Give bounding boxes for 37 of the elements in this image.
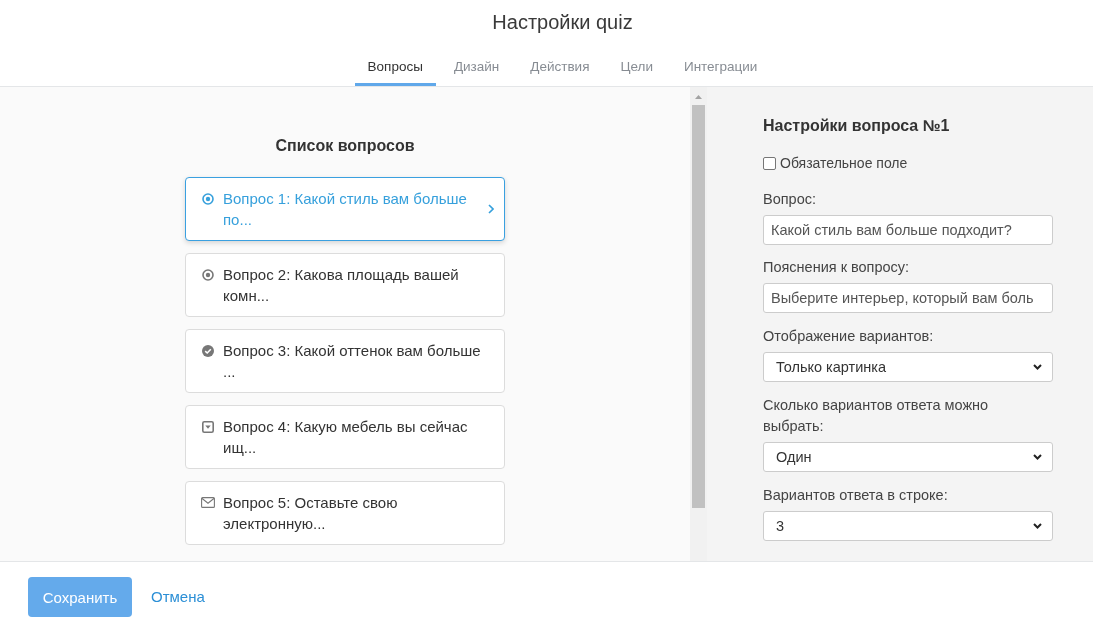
- radio-icon: [202, 193, 214, 205]
- cancel-link[interactable]: Отмена: [151, 587, 205, 607]
- question-label: Вопрос 4: Какую мебель вы сейчас ищ...: [223, 417, 469, 458]
- question-label: Вопрос 5: Оставьте свою электронную...: [223, 493, 399, 534]
- checkbox-label: Обязательное поле: [780, 154, 908, 173]
- chevron-down-icon: [1033, 454, 1042, 460]
- page-title: Настройки quiz: [492, 10, 633, 35]
- settings-heading: Настройки вопроса №1: [763, 116, 951, 136]
- chevron-down-icon: [1033, 523, 1042, 529]
- dropdown[interactable]: Только картинка: [763, 352, 1053, 382]
- check-circle-icon: [202, 345, 214, 357]
- question-item[interactable]: Вопрос 4: Какую мебель вы сейчас ищ...: [185, 405, 505, 469]
- dropdown[interactable]: 3: [763, 511, 1053, 541]
- tab[interactable]: Интеграции: [670, 48, 771, 86]
- chevron-down-icon: [1033, 364, 1042, 370]
- scrollbar[interactable]: [690, 87, 707, 561]
- question-label: Вопрос 3: Какой оттенок вам больше ...: [223, 341, 482, 382]
- tab[interactable]: Дизайн: [440, 48, 513, 86]
- field-label: Пояснения к вопросу:: [763, 258, 911, 277]
- question-label: Вопрос 2: Какова площадь вашей комн...: [223, 265, 460, 306]
- checkbox[interactable]: [763, 156, 776, 170]
- field-label: Отображение вариантов:: [763, 327, 935, 346]
- dropdown[interactable]: Один: [763, 442, 1053, 472]
- chevron-right-icon: [488, 204, 494, 214]
- question-item[interactable]: Вопрос 3: Какой оттенок вам больше ...: [185, 329, 505, 393]
- radio-icon: [202, 269, 214, 281]
- caret-square-icon: [202, 421, 214, 433]
- question-item[interactable]: Вопрос 5: Оставьте свою электронную...: [185, 481, 505, 545]
- field-label: Сколько вариантов ответа можно выбрать:: [763, 396, 990, 436]
- text-input[interactable]: Выберите интерьер, который вам боль: [763, 283, 1053, 313]
- field-label: Вариантов ответа в строке:: [763, 486, 949, 505]
- list-heading: Список вопросов: [275, 136, 415, 156]
- text-input[interactable]: Какой стиль вам больше подходит?: [763, 215, 1053, 245]
- envelope-icon: [201, 497, 215, 508]
- question-item[interactable]: Вопрос 2: Какова площадь вашей комн...: [185, 253, 505, 317]
- field-label: Вопрос:: [763, 190, 817, 209]
- question-label: Вопрос 1: Какой стиль вам больше по...: [223, 189, 468, 230]
